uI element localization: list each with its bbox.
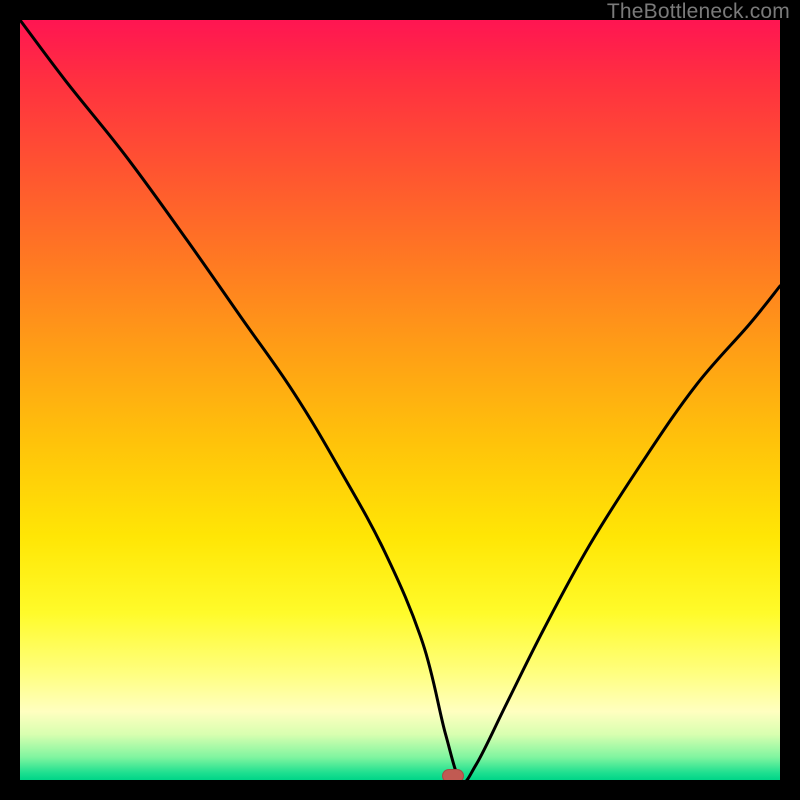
chart-frame: TheBottleneck.com [0,0,800,800]
background-gradient [20,20,780,780]
minimum-marker [442,769,464,780]
watermark-text: TheBottleneck.com [607,0,790,24]
plot-area [20,20,780,780]
